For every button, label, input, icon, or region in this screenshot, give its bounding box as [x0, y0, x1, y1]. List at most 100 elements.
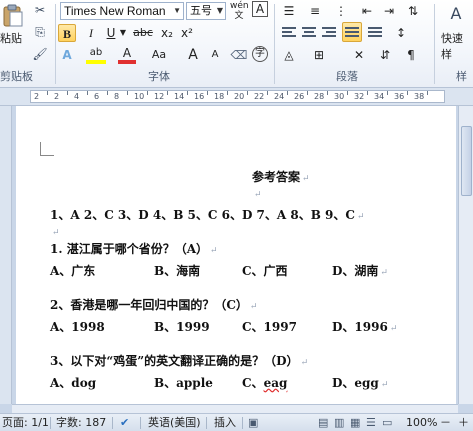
font-color-button[interactable]: A	[118, 46, 136, 64]
print-layout-icon[interactable]: ▤	[318, 416, 328, 430]
decrease-indent-icon[interactable]: ⇤	[358, 2, 376, 20]
option: B、apple	[154, 376, 213, 390]
full-screen-reading-icon[interactable]: ▥	[334, 416, 344, 430]
question-3: 3、以下对“鸡蛋”的英文翻译正确的是？（D） ↵	[50, 352, 308, 369]
paragraph-mark: ↵	[249, 302, 258, 312]
ruler-tick	[47, 91, 48, 95]
ruler-number: 8	[114, 92, 120, 101]
status-bar: 页面: 1/1 字数: 187 ✔ 英语(美国) 插入 ▣ ▤ ▥ ▦ ☰ ▭ …	[0, 413, 473, 431]
zoom-in-button[interactable]: ＋	[458, 416, 469, 430]
clipboard-group: 粘贴 ✂ ⎘ 🖌 剪贴板	[0, 0, 52, 88]
text-effects-button[interactable]: A	[58, 46, 76, 64]
insert-mode[interactable]: 插入	[214, 416, 236, 430]
char-border-button[interactable]: A	[252, 1, 268, 17]
grow-font-button[interactable]: A	[184, 46, 202, 64]
horizontal-scrollbar[interactable]	[12, 404, 458, 413]
ribbon: 粘贴 ✂ ⎘ 🖌 剪贴板 Times New Roman ▼ 五号 ▼ wén 文…	[0, 0, 473, 88]
clear-format-icon[interactable]: ⌫	[230, 46, 248, 64]
document-title: 参考答案 ↵	[252, 168, 310, 185]
scrollbar-thumb[interactable]	[461, 126, 472, 196]
vertical-scrollbar[interactable]	[458, 106, 473, 404]
subscript-button[interactable]: x₂	[158, 24, 176, 42]
shrink-font-button[interactable]: A	[206, 46, 224, 64]
ruler-number: 12	[154, 92, 165, 101]
answers-text: 1、A 2、C 3、D 4、B 5、C 6、D 7、A 8、B 9、C	[50, 208, 355, 222]
ruler-tick	[347, 91, 348, 95]
ruler-tick	[427, 91, 428, 95]
web-layout-icon[interactable]: ▦	[350, 416, 360, 430]
chinese-layout-icon[interactable]: ✕	[350, 46, 368, 64]
ruler-tick	[87, 91, 88, 95]
separator	[242, 417, 243, 429]
highlight-button[interactable]: ab	[86, 46, 106, 64]
ruler-number: 22	[254, 92, 265, 101]
sort-icon[interactable]: ⇅	[404, 2, 422, 20]
ruler-tick	[107, 91, 108, 95]
underline-dropdown-icon[interactable]: ▼	[118, 24, 128, 42]
zoom-out-button[interactable]: －	[440, 416, 451, 430]
show-marks-icon[interactable]: ¶	[402, 46, 420, 64]
margin-marker	[40, 142, 54, 156]
ruler-tick	[167, 91, 168, 95]
macro-icon[interactable]: ▣	[248, 416, 258, 430]
word-count[interactable]: 字数: 187	[56, 416, 106, 430]
horizontal-ruler[interactable]: 2 2 4 6 8 10 12 14 16 18 20 22 24 26 28 30 32 34 36 38	[30, 90, 445, 103]
line-spacing-icon[interactable]: ↕	[392, 24, 410, 42]
borders-icon[interactable]: ⊞	[310, 46, 328, 64]
page-indicator[interactable]: 页面: 1/1	[2, 416, 49, 430]
superscript-button[interactable]: x²	[178, 24, 196, 42]
ruler-number: 16	[194, 92, 205, 101]
document-page[interactable]: 参考答案 ↵ ↵ 1、A 2、C 3、D 4、B 5、C 6、D 7、A 8、B …	[16, 106, 456, 404]
misspelled-word[interactable]: eag	[264, 376, 288, 390]
numbering-icon[interactable]: ≡	[306, 2, 324, 20]
option: A、dog	[50, 376, 97, 390]
copy-icon[interactable]: ⎘	[32, 24, 48, 40]
distributed-align-icon[interactable]	[366, 24, 384, 40]
quick-styles-label[interactable]: 快速样	[441, 30, 473, 62]
align-left-icon[interactable]	[280, 24, 298, 40]
phonetic-guide-button[interactable]: wén 文	[230, 1, 249, 21]
align-right-icon[interactable]	[320, 24, 338, 40]
option-last: D、湖南 ↵	[332, 262, 388, 279]
question-2: 2、香港是哪一年回归中国的？（C） ↵	[50, 296, 257, 313]
ruler-number: 10	[134, 92, 145, 101]
ruler-number: 4	[74, 92, 80, 101]
option: C、广西	[242, 264, 288, 278]
question-1: 1. 湛江属于哪个省份？（A） ↵	[50, 240, 218, 257]
option-last: D、egg ↵	[332, 374, 388, 391]
sort-ascending-icon[interactable]: ⇵	[376, 46, 394, 64]
question-text: 1. 湛江属于哪个省份？（A）	[50, 242, 209, 256]
option-text: D、egg	[332, 376, 379, 390]
separator	[55, 4, 56, 84]
multilevel-list-icon[interactable]: ⋮	[332, 2, 350, 20]
strikethrough-button[interactable]: abc	[132, 24, 154, 42]
proofing-icon[interactable]: ✔	[120, 416, 129, 430]
cut-icon[interactable]: ✂	[32, 2, 48, 18]
ruler-number: 24	[274, 92, 285, 101]
justify-icon[interactable]	[342, 22, 362, 42]
outline-icon[interactable]: ☰	[366, 416, 376, 430]
enclose-character-button[interactable]: 字	[252, 46, 268, 62]
ruler-tick	[127, 91, 128, 95]
paste-icon[interactable]	[2, 4, 24, 28]
font-size-select[interactable]: 五号 ▼	[186, 2, 226, 20]
align-center-icon[interactable]	[300, 24, 318, 40]
ruler-tick	[147, 91, 148, 95]
vertical-ruler	[0, 106, 12, 404]
italic-button[interactable]: I	[82, 24, 100, 42]
change-case-button[interactable]: Aa	[150, 46, 168, 64]
format-painter-icon[interactable]: 🖌	[32, 46, 48, 62]
quick-styles-icon[interactable]: A	[448, 6, 464, 22]
clipboard-group-label: 剪贴板	[0, 70, 33, 83]
zoom-level[interactable]: 100%	[406, 416, 437, 430]
paste-button-label[interactable]: 粘贴	[0, 30, 22, 46]
bullets-icon[interactable]: ☰	[280, 2, 298, 20]
language-indicator[interactable]: 英语(美国)	[148, 416, 201, 430]
increase-indent-icon[interactable]: ⇥	[380, 2, 398, 20]
font-size-value: 五号	[190, 4, 212, 17]
bold-button[interactable]: B	[58, 24, 76, 42]
shading-icon[interactable]: ◬	[280, 46, 298, 64]
ruler-number: 18	[214, 92, 225, 101]
font-name-select[interactable]: Times New Roman ▼	[60, 2, 184, 20]
draft-icon[interactable]: ▭	[382, 416, 392, 430]
